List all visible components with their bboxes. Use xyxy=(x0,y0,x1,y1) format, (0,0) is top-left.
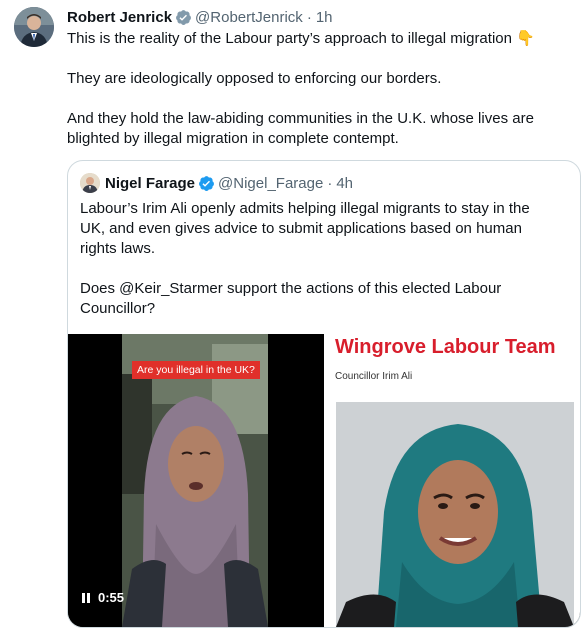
tweet-text: This is the reality of the Labour party’… xyxy=(67,29,567,149)
separator-dot: · xyxy=(327,174,333,192)
quote-text: Labour’s Irim Ali openly admits helping … xyxy=(80,199,556,319)
pause-icon[interactable] xyxy=(80,592,92,604)
video-caption: Are you illegal in the UK? xyxy=(132,361,260,379)
quoted-tweet[interactable]: Nigel Farage @Nigel_Farage · 4h Labour’s… xyxy=(67,160,581,628)
video-controls: 0:55 xyxy=(80,590,124,605)
quote-author-avatar[interactable] xyxy=(80,173,100,193)
tweet-paragraph: And they hold the law-abiding communitie… xyxy=(67,110,534,147)
author-name[interactable]: Robert Jenrick xyxy=(67,9,172,26)
author-avatar[interactable] xyxy=(14,7,54,47)
tweet-paragraph: They are ideologically opposed to enforc… xyxy=(67,70,442,87)
attached-image[interactable]: Wingrove Labour Team Councillor Irim Ali xyxy=(324,334,580,627)
quote-author-handle[interactable]: @Nigel_Farage xyxy=(218,175,323,192)
quote-author-name[interactable]: Nigel Farage xyxy=(105,175,195,192)
image-title: Wingrove Labour Team xyxy=(335,336,556,358)
quote-paragraph: Does @Keir_Starmer support the actions o… xyxy=(80,280,502,317)
video-duration: 0:55 xyxy=(98,590,125,605)
separator-dot: · xyxy=(306,8,312,26)
verified-badge-icon xyxy=(199,175,214,191)
tweet-paragraph: This is the reality of the Labour party’… xyxy=(67,30,535,47)
tweet-time[interactable]: 1h xyxy=(316,9,333,26)
councillor-portrait xyxy=(336,402,574,627)
author-handle[interactable]: @RobertJenrick xyxy=(195,9,303,26)
quote-time[interactable]: 4h xyxy=(336,175,353,192)
image-subtitle: Councillor Irim Ali xyxy=(335,371,413,382)
tweet-header: Robert Jenrick @RobertJenrick · 1h xyxy=(67,7,333,27)
quote-header: Nigel Farage @Nigel_Farage · 4h xyxy=(80,173,353,193)
media-grid: Are you illegal in the UK? 0:55 Wingrove… xyxy=(68,334,580,627)
verified-badge-icon xyxy=(176,9,191,25)
video-player[interactable]: Are you illegal in the UK? 0:55 xyxy=(68,334,321,627)
quote-paragraph: Labour’s Irim Ali openly admits helping … xyxy=(80,200,530,257)
